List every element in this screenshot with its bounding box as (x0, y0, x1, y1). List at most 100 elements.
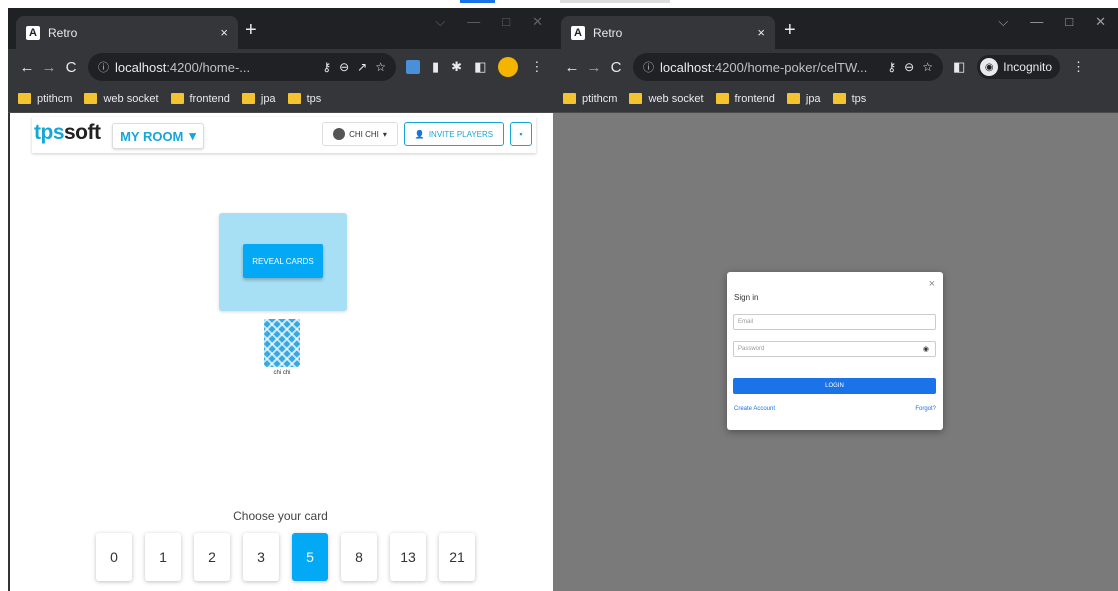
bookmark-tps[interactable]: tps (832, 93, 866, 105)
browser-toolbar: ← → C ⓘ localhost :4200/home-... ⚷ ⊖ ↗ ☆… (8, 49, 553, 85)
user-avatar-icon (333, 128, 346, 140)
reload-icon[interactable]: C (60, 59, 82, 76)
bookmark-jpa[interactable]: jpa (241, 92, 276, 105)
vote-card-5-selected[interactable]: 5 (292, 533, 328, 581)
password-field[interactable]: Password ◉ (733, 341, 936, 357)
bookmark-web-socket[interactable]: web socket (629, 92, 704, 105)
browser-tab[interactable]: A Retro × (561, 16, 775, 49)
new-tab-button[interactable]: + (245, 20, 257, 40)
bookmark-label: tps (306, 92, 322, 105)
poker-table: REVEAL CARDS (219, 213, 347, 311)
screen: A Retro × + ⌵ — □ ✕ ← → C ⓘ localhost :4… (0, 0, 1118, 591)
side-panel-icon[interactable]: ◧ (474, 59, 486, 75)
poker-page: tpssoft MY ROOM ▾ CHI CHI ▾ 👤 INVITE PLA… (8, 113, 553, 591)
folder-icon (832, 93, 846, 104)
vote-card-21[interactable]: 21 (439, 533, 475, 581)
menu-kebab-icon[interactable]: ⋮ (530, 59, 543, 75)
tpssoft-logo[interactable]: tpssoft (34, 121, 101, 145)
caret-down-icon: ▾ (189, 128, 196, 143)
window-controls: ⌵ — □ ✕ (998, 14, 1106, 30)
close-window-button[interactable]: ✕ (1095, 14, 1106, 30)
browser-tab[interactable]: A Retro × (16, 16, 238, 49)
side-panel-icon[interactable]: ◧ (953, 59, 965, 75)
eye-icon[interactable]: ◉ (923, 345, 929, 353)
vote-card-0[interactable]: 0 (96, 533, 132, 581)
maximize-button[interactable]: □ (1065, 14, 1073, 30)
vote-card-2[interactable]: 2 (194, 533, 230, 581)
document-button[interactable]: ▪ (510, 122, 532, 146)
key-icon[interactable]: ⚷ (887, 60, 896, 74)
zoom-icon[interactable]: ⊖ (904, 60, 914, 74)
player-name: chi chi (273, 370, 291, 376)
bookmark-web-socket[interactable]: web socket (84, 92, 159, 105)
forward-icon[interactable]: → (583, 59, 605, 76)
close-window-button[interactable]: ✕ (532, 14, 543, 30)
room-label: MY ROOM (120, 128, 184, 144)
bookmark-label: web socket (103, 92, 159, 105)
back-icon[interactable]: ← (561, 59, 583, 76)
user-menu-button[interactable]: CHI CHI ▾ (322, 122, 398, 146)
vote-card-13[interactable]: 13 (390, 533, 426, 581)
bookmark-star-icon[interactable]: ☆ (375, 60, 386, 74)
site-info-icon[interactable]: ⓘ (643, 59, 654, 75)
bookmark-jpa[interactable]: jpa (786, 93, 821, 105)
user-label: CHI CHI (349, 129, 379, 139)
zoom-icon[interactable]: ⊖ (339, 60, 349, 74)
minimize-button[interactable]: — (1030, 14, 1043, 30)
password-placeholder: Password (738, 346, 765, 352)
extension-icon[interactable] (406, 60, 420, 74)
share-icon[interactable]: ↗ (357, 60, 367, 74)
close-icon[interactable]: × (929, 278, 935, 290)
forward-icon[interactable]: → (38, 59, 60, 76)
right-browser-window: A Retro × + ⌵ — □ ✕ ← → C ⓘ localhost :4… (553, 8, 1118, 591)
title-bar: A Retro × + ⌵ — □ ✕ (8, 8, 553, 49)
angular-favicon-icon: A (26, 25, 40, 40)
reveal-cards-button[interactable]: REVEAL CARDS (243, 244, 323, 278)
email-field[interactable]: Email (733, 314, 936, 330)
bookmark-tps[interactable]: tps (287, 92, 322, 105)
invite-players-button[interactable]: 👤 INVITE PLAYERS (404, 122, 504, 146)
vote-card-3[interactable]: 3 (243, 533, 279, 581)
folder-icon (287, 93, 301, 104)
key-icon[interactable]: ⚷ (322, 60, 331, 74)
bookmark-star-icon[interactable]: ☆ (922, 60, 933, 74)
tab-close-icon[interactable]: × (757, 25, 765, 40)
vote-card-8[interactable]: 8 (341, 533, 377, 581)
back-icon[interactable]: ← (16, 59, 38, 76)
bookmark-frontend[interactable]: frontend (715, 92, 775, 105)
reload-icon[interactable]: C (605, 59, 627, 76)
minimize-button[interactable]: — (467, 14, 480, 30)
extensions-puzzle-icon[interactable]: ✱ (451, 59, 462, 75)
signin-title: Sign in (734, 293, 759, 302)
address-bar[interactable]: ⓘ localhost :4200/home-poker/celTW... ⚷ … (633, 53, 943, 81)
forgot-password-link[interactable]: Forgot? (915, 406, 936, 412)
bookmark-ptithcm[interactable]: ptithcm (18, 93, 72, 105)
room-dropdown-button[interactable]: MY ROOM ▾ (112, 123, 204, 149)
bookmark-label: frontend (734, 92, 775, 105)
caret-down-icon: ▾ (382, 129, 387, 139)
folder-icon (786, 93, 800, 104)
new-tab-button[interactable]: + (784, 20, 796, 40)
bookmark-label: jpa (260, 92, 276, 105)
url-path: :4200/home-poker/celTW... (711, 59, 868, 75)
bookmark-frontend[interactable]: frontend (170, 93, 230, 105)
maximize-button[interactable]: □ (502, 14, 510, 30)
bookmark-label: web socket (648, 92, 704, 105)
create-account-link[interactable]: Create Account (734, 406, 775, 412)
site-info-icon[interactable]: ⓘ (98, 59, 109, 75)
incognito-badge[interactable]: ◉ Incognito (977, 55, 1060, 79)
extension-trash-icon[interactable]: ▮ (432, 59, 439, 75)
menu-kebab-icon[interactable]: ⋮ (1072, 59, 1085, 75)
profile-avatar-icon[interactable] (498, 57, 519, 77)
taskbar-segment (560, 0, 670, 3)
toolbar-icons: ◧ ◉ Incognito ⋮ (953, 55, 1085, 79)
tab-search-icon[interactable]: ⌵ (998, 14, 1008, 30)
tab-search-icon[interactable]: ⌵ (435, 14, 445, 30)
bookmark-label: ptithcm (582, 92, 618, 105)
login-button[interactable]: LOGIN (733, 378, 936, 394)
vote-card-1[interactable]: 1 (145, 533, 181, 581)
bookmark-ptithcm[interactable]: ptithcm (563, 93, 617, 105)
tab-title: Retro (593, 25, 623, 40)
tab-close-icon[interactable]: × (220, 25, 228, 40)
address-bar[interactable]: ⓘ localhost :4200/home-... ⚷ ⊖ ↗ ☆ (88, 53, 396, 81)
